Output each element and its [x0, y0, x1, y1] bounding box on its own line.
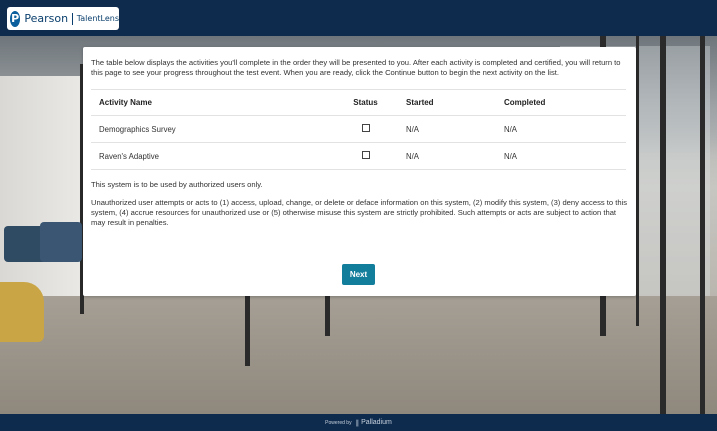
activity-panel: The table below displays the activities … — [83, 47, 636, 296]
column-header-started: Started — [398, 89, 496, 116]
status-checkbox — [361, 124, 370, 132]
logo-product-text: TalentLens — [76, 14, 119, 23]
completed-value: N/A — [496, 142, 626, 170]
top-header: P Pearson TalentLens — [0, 0, 717, 36]
palladium-brand-text: Palladium — [361, 419, 392, 426]
intro-text: The table below displays the activities … — [91, 58, 621, 77]
completed-value: N/A — [496, 115, 626, 143]
pearson-logo-icon: P — [10, 10, 21, 27]
status-checkbox — [361, 151, 370, 159]
table-row: Raven's Adaptive N/A N/A — [91, 142, 626, 170]
logo-brand-text: Pearson — [24, 12, 69, 25]
palladium-logo-icon: ∥ — [355, 419, 360, 427]
footer-bar: Powered by ∥ Palladium — [0, 414, 717, 431]
started-value: N/A — [398, 142, 496, 170]
table-row: Demographics Survey N/A N/A — [91, 115, 626, 143]
column-header-activity: Activity Name — [91, 89, 333, 116]
column-header-completed: Completed — [496, 89, 626, 116]
logo-divider — [72, 12, 73, 25]
authorized-users-notice: This system is to be used by authorized … — [91, 180, 263, 189]
column-header-status: Status — [333, 89, 398, 116]
legal-warning-text: Unauthorized user attempts or acts to (1… — [91, 198, 628, 227]
started-value: N/A — [398, 115, 496, 143]
pearson-talentlens-logo: P Pearson TalentLens — [7, 7, 119, 30]
next-button[interactable]: Next — [342, 264, 375, 285]
powered-by-text: Powered by — [325, 419, 352, 426]
table-header-row: Activity Name Status Started Completed — [91, 89, 626, 116]
activity-name: Demographics Survey — [91, 115, 333, 143]
activity-name: Raven's Adaptive — [91, 142, 333, 170]
activity-table: Activity Name Status Started Completed D… — [91, 89, 626, 170]
